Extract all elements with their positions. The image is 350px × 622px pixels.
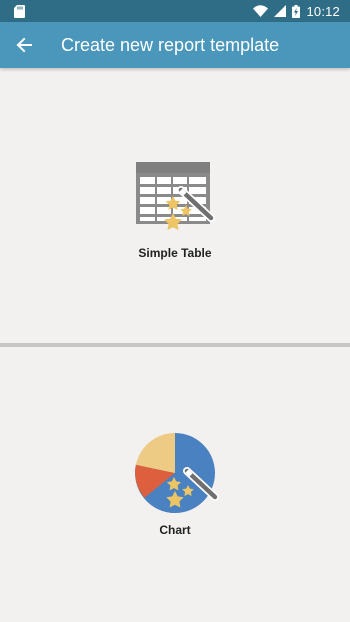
signal-icon [274,5,287,17]
chart-label: Chart [159,523,191,537]
wifi-icon [253,5,269,17]
simple-table-label: Simple Table [138,246,212,260]
sd-card-icon [14,4,25,18]
chart-option[interactable]: Chart [0,347,350,622]
arrow-back-icon [16,37,32,53]
status-bar: 10:12 [0,0,350,22]
table-magic-wand-icon [136,162,215,231]
app-bar: Create new report template [0,22,350,68]
simple-table-option[interactable]: Simple Table [0,68,350,343]
pie-chart-magic-wand-icon [135,433,219,513]
page-title: Create new report template [61,34,280,55]
back-button[interactable] [2,22,46,68]
battery-charging-icon [292,4,301,18]
status-time: 10:12 [306,3,340,19]
